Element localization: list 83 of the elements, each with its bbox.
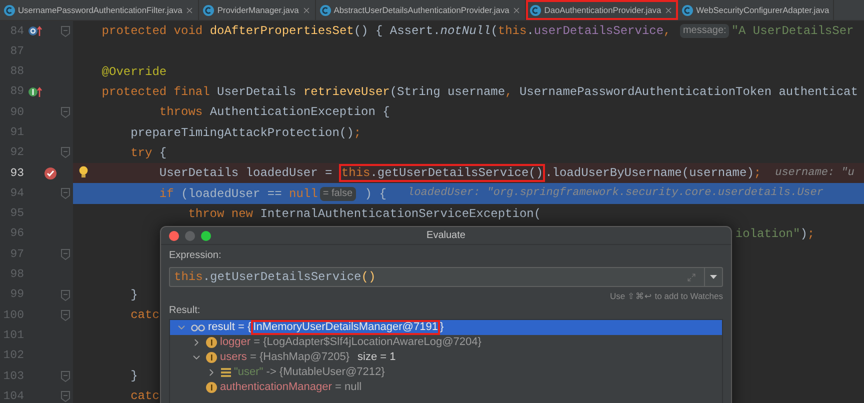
- code-text: try {: [130, 144, 167, 162]
- minimize-button[interactable]: [185, 230, 195, 240]
- fold-marker-icon[interactable]: [61, 26, 70, 37]
- lightbulb-icon[interactable]: [79, 166, 88, 178]
- variable-text: }: [440, 320, 444, 336]
- class-file-icon: [530, 4, 542, 16]
- tree-row[interactable]: authenticationManager = null: [170, 380, 722, 395]
- parameter-hint: message:: [680, 24, 730, 38]
- debug-value: username: "u: [775, 166, 854, 181]
- close-icon[interactable]: [512, 6, 522, 14]
- editor-tab[interactable]: UsernamePasswordAuthenticationFilter.java: [0, 0, 200, 20]
- close-icon[interactable]: [302, 6, 311, 14]
- code-text: @Override: [102, 64, 167, 81]
- tab-label: UsernamePasswordAuthenticationFilter.java: [18, 4, 182, 16]
- fold-marker-icon[interactable]: [61, 147, 70, 158]
- fold-marker-icon[interactable]: [61, 370, 70, 382]
- class-file-icon: [4, 4, 15, 16]
- size-text: size = 1: [358, 350, 396, 366]
- tab-label: AbstractUserDetailsAuthenticationProvider.java: [334, 4, 510, 16]
- code-text: catc: [130, 388, 160, 403]
- code-text: ) {: [364, 186, 388, 203]
- watch-hint: Use ⇧⌘↩ to add to Watches: [610, 290, 723, 302]
- zoom-button[interactable]: [201, 230, 211, 240]
- field-icon: [206, 352, 217, 363]
- variable-text: result = {: [208, 320, 252, 336]
- code-text: "A UserDetailsSer: [731, 23, 854, 40]
- variable-text: "user" -> {MutableUser@7212}: [234, 365, 385, 380]
- editor-tab[interactable]: ProviderManager.java: [199, 0, 316, 20]
- fold-marker-icon[interactable]: [61, 310, 70, 321]
- code-text: throws AuthenticationException {: [159, 104, 390, 122]
- line-number: 93: [9, 166, 24, 182]
- tab-label: WebSecurityConfigurerAdapter.java: [696, 4, 830, 16]
- code-text: .loadUserByUsername(username);: [545, 165, 762, 182]
- variable-text: authenticationManager = null: [220, 380, 362, 396]
- highlighted-code: this.getUserDetailsService(): [339, 164, 546, 182]
- close-icon[interactable]: [664, 6, 674, 14]
- field-icon: [206, 382, 217, 393]
- override-marker-icon[interactable]: [28, 25, 42, 38]
- result-label: Result:: [169, 304, 202, 318]
- dialog-title: Evaluate: [426, 229, 466, 243]
- close-icon[interactable]: [185, 6, 194, 14]
- close-button[interactable]: [169, 230, 179, 240]
- variable-text: users = {HashMap@7205}: [220, 350, 350, 366]
- code-text: UserDetails loadedUser =: [159, 165, 334, 182]
- list-icon: [221, 368, 231, 377]
- class-file-icon: [320, 4, 331, 16]
- code-text: protected void doAfterPropertiesSet() { Assert.notNull(this.userDetailsService,: [102, 23, 672, 40]
- code-text: protected final UserDetails retrieveUser(String username, UsernamePasswordAuthenticationToken authenticat: [102, 84, 858, 102]
- expression-field[interactable]: this.getUserDetailsService(): [169, 267, 723, 287]
- tree-row[interactable]: users = {HashMap@7205} size = 1: [170, 350, 722, 365]
- code-text: prepareTimingAttackProtection();: [130, 124, 362, 142]
- class-file-icon: [682, 4, 694, 16]
- field-icon: [206, 337, 217, 348]
- code-text: }: [130, 287, 138, 304]
- code-text: throw new InternalAuthenticationServiceException(: [188, 206, 542, 223]
- code-text: }: [130, 368, 138, 386]
- glasses-icon: [191, 324, 205, 332]
- variable-text: logger = {LogAdapter$Slf4jLocationAwareLog@7204}: [220, 335, 482, 350]
- expand-icon[interactable]: [687, 272, 696, 282]
- highlighted-value: InMemoryUserDetailsManager@7191: [251, 320, 440, 335]
- expression-label: Expression:: [169, 249, 222, 263]
- tree-row[interactable]: result = { InMemoryUserDetailsManager@7191 }: [170, 320, 722, 335]
- debug-value: loadedUser: "org.springframework.security.core.userdetails.User: [408, 186, 824, 202]
- code-text: if (loadedUser == null: [159, 186, 318, 203]
- editor-tab[interactable]: DaoAuthenticationProvider.java: [526, 0, 678, 20]
- breakpoint-icon[interactable]: [44, 166, 57, 180]
- class-file-icon: [203, 4, 214, 16]
- fold-marker-icon[interactable]: [61, 106, 70, 118]
- fold-marker-icon[interactable]: [61, 188, 70, 200]
- code-text: catc: [130, 307, 160, 324]
- tab-label: ProviderManager.java: [217, 4, 299, 16]
- editor-tab[interactable]: AbstractUserDetailsAuthenticationProvider.java: [316, 0, 526, 20]
- parameter-hint: = false: [320, 186, 356, 201]
- tree-row[interactable]: "user" -> {MutableUser@7212}: [170, 365, 722, 380]
- caret-icon: [710, 275, 717, 279]
- implements-marker-icon[interactable]: [28, 86, 42, 98]
- fold-marker-icon[interactable]: [61, 390, 70, 402]
- tab-label: DaoAuthenticationProvider.java: [544, 4, 662, 16]
- editor-tab[interactable]: WebSecurityConfigurerAdapter.java: [678, 0, 834, 20]
- tree-row[interactable]: logger = {LogAdapter$Slf4jLocationAwareLog@7204}: [170, 335, 722, 350]
- fold-marker-icon[interactable]: [61, 290, 70, 300]
- code-text: iolation");: [735, 226, 815, 244]
- fold-marker-icon[interactable]: [61, 248, 70, 260]
